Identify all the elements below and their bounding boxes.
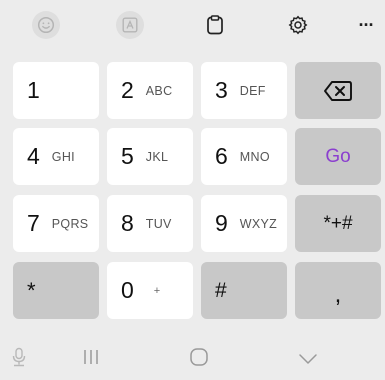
key-digit: 5 <box>121 143 134 169</box>
hash-label: # <box>215 278 227 302</box>
back-button[interactable] <box>298 352 318 370</box>
key-8[interactable]: 8 TUV <box>107 195 193 252</box>
recent-apps-button[interactable] <box>82 349 100 370</box>
home-button[interactable] <box>189 347 209 372</box>
go-label: Go <box>325 145 351 167</box>
navigation-bar <box>0 332 385 380</box>
settings-button[interactable] <box>285 12 311 38</box>
key-3[interactable]: 3 DEF <box>201 62 287 119</box>
key-digit: 3 <box>215 77 228 103</box>
key-letters: PQRS <box>51 216 89 231</box>
key-letters: DEF <box>239 83 266 98</box>
backspace-key[interactable] <box>295 62 381 119</box>
key-digit: 0 <box>121 277 134 303</box>
key-1[interactable]: 1 <box>13 62 99 119</box>
key-digit: 8 <box>121 210 134 236</box>
backspace-icon <box>324 80 352 101</box>
key-digit: 7 <box>27 210 40 236</box>
text-recognition-icon <box>122 17 138 33</box>
key-letters: WXYZ <box>239 216 278 231</box>
key-4[interactable]: 4 GHI <box>13 128 99 185</box>
key-digit: 6 <box>215 143 228 169</box>
emoji-icon <box>37 16 55 34</box>
key-digit: 2 <box>121 77 134 103</box>
text-recognition-button[interactable] <box>116 11 144 39</box>
more-button[interactable]: ··· <box>354 12 378 38</box>
key-letters: ABC <box>145 83 173 98</box>
keyboard-toolbar: ··· <box>0 0 385 56</box>
key-6[interactable]: 6 MNO <box>201 128 287 185</box>
clipboard-icon <box>207 15 223 35</box>
emoji-button[interactable] <box>32 11 60 39</box>
key-2[interactable]: 2 ABC <box>107 62 193 119</box>
settings-icon <box>288 15 308 35</box>
key-letters: MNO <box>239 149 270 164</box>
key-digit: 1 <box>27 77 40 103</box>
key-plus: + <box>153 284 161 297</box>
key-7[interactable]: 7 PQRS <box>13 195 99 252</box>
key-5[interactable]: 5 JKL <box>107 128 193 185</box>
star-label: * <box>27 277 36 303</box>
recent-apps-icon <box>84 350 98 364</box>
comma-key[interactable]: , <box>295 262 381 319</box>
comma-label: , <box>334 280 342 308</box>
symbols-label: *+# <box>323 212 353 234</box>
more-icon: ··· <box>358 14 375 35</box>
home-icon <box>190 348 208 366</box>
symbols-key[interactable]: *+# <box>295 195 381 252</box>
key-digit: 9 <box>215 210 228 236</box>
star-key[interactable]: * <box>13 262 99 319</box>
key-letters: GHI <box>51 149 75 164</box>
hash-key[interactable]: # <box>201 262 287 319</box>
clipboard-button[interactable] <box>202 12 228 38</box>
key-digit: 4 <box>27 143 40 169</box>
key-letters: JKL <box>145 149 169 164</box>
microphone-button[interactable] <box>11 347 27 372</box>
key-9[interactable]: 9 WXYZ <box>201 195 287 252</box>
microphone-icon <box>12 347 26 367</box>
go-key[interactable]: Go <box>295 128 381 185</box>
key-0[interactable]: 0 + <box>107 262 193 319</box>
key-letters: TUV <box>145 216 172 231</box>
back-icon <box>299 354 317 364</box>
